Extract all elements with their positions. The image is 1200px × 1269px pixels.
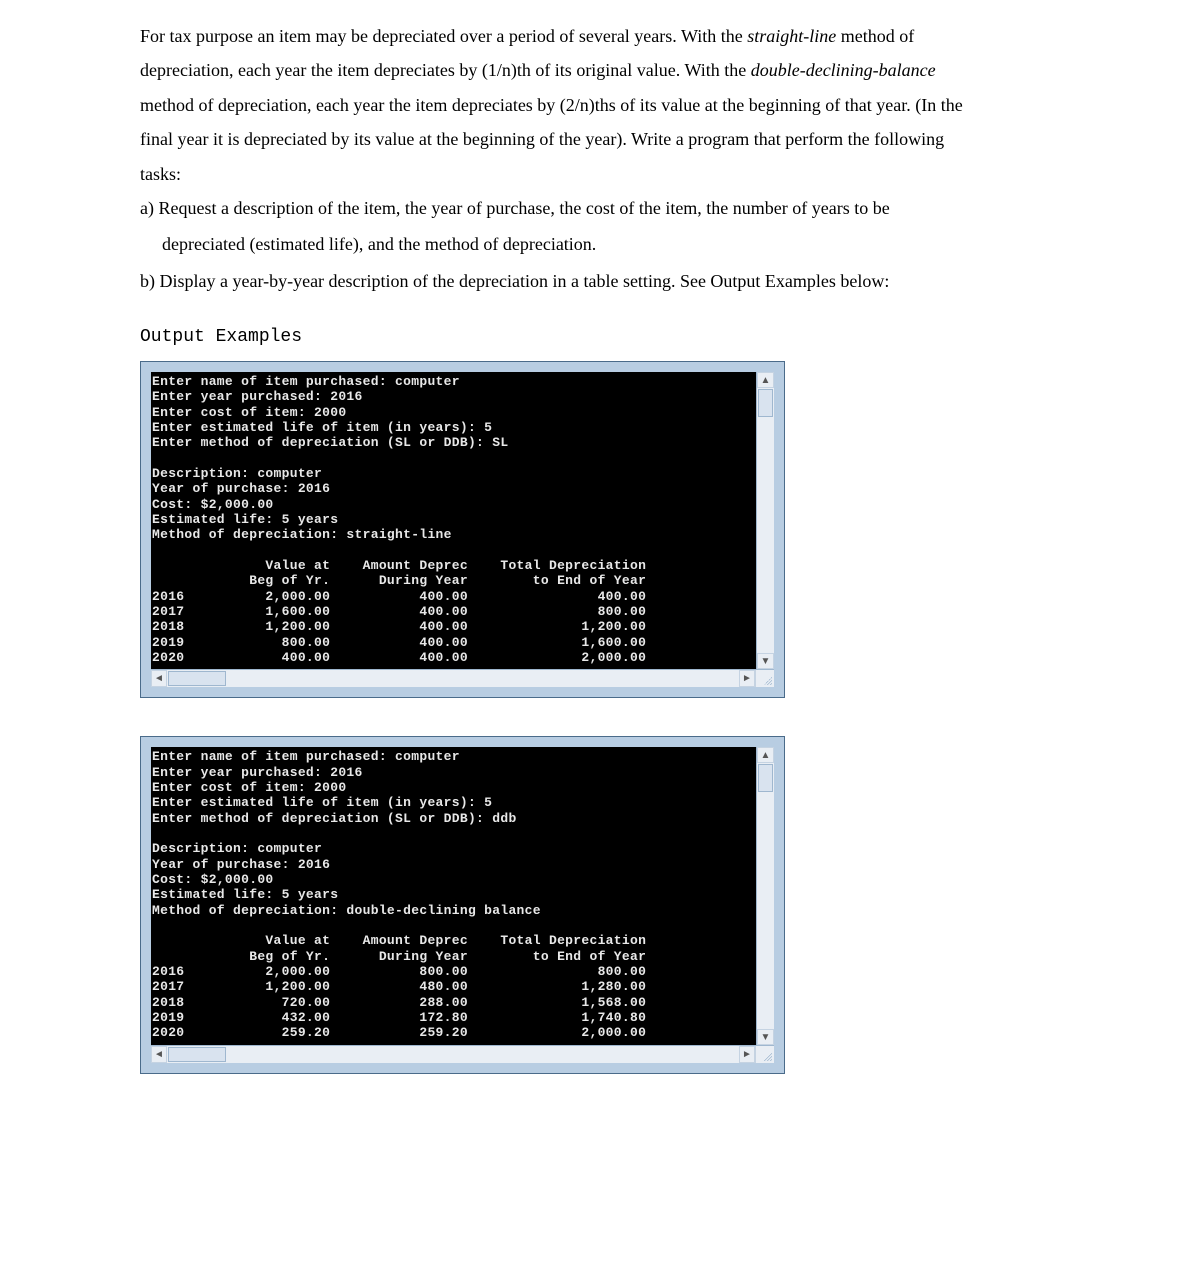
table-row: 2016 2,000.00 800.00 800.00: [152, 964, 646, 979]
resize-grip-icon[interactable]: [755, 670, 774, 687]
scrollbar-thumb[interactable]: [758, 389, 773, 417]
table-row: 2020 259.20 259.20 2,000.00: [152, 1025, 646, 1040]
console-line: Enter year purchased: 2016: [152, 765, 363, 780]
console-window-sl: Enter name of item purchased: computer E…: [140, 361, 785, 698]
console-output: Enter name of item purchased: computer E…: [151, 372, 756, 669]
console-line: Enter estimated life of item (in years):…: [152, 795, 492, 810]
scroll-left-arrow-icon[interactable]: ◄: [151, 670, 167, 687]
paragraph-line: tasks:: [140, 158, 1080, 190]
scroll-right-arrow-icon[interactable]: ►: [739, 1046, 755, 1063]
scrollbar-track[interactable]: [227, 1046, 739, 1063]
console-line: Enter name of item purchased: computer: [152, 749, 460, 764]
console-line: Enter year purchased: 2016: [152, 389, 363, 404]
console-line: Enter method of depreciation (SL or DDB)…: [152, 435, 508, 450]
table-row: 2017 1,600.00 400.00 800.00: [152, 604, 646, 619]
task-a-line1: a) Request a description of the item, th…: [140, 192, 1080, 224]
scrollbar-track[interactable]: [757, 793, 774, 1028]
console-line: Method of depreciation: straight-line: [152, 527, 452, 542]
console-line: Description: computer: [152, 466, 322, 481]
scrollbar-thumb[interactable]: [168, 1047, 226, 1062]
table-row: 2016 2,000.00 400.00 400.00: [152, 589, 646, 604]
vertical-scrollbar[interactable]: ▲ ▼: [756, 372, 774, 669]
table-header: Beg of Yr. During Year to End of Year: [152, 573, 646, 588]
scroll-down-arrow-icon[interactable]: ▼: [757, 653, 774, 669]
horizontal-scrollbar[interactable]: ◄ ►: [151, 1045, 774, 1063]
console-line: Method of depreciation: double-declining…: [152, 903, 541, 918]
table-row: 2019 432.00 172.80 1,740.80: [152, 1010, 646, 1025]
scrollbar-thumb[interactable]: [168, 671, 226, 686]
console-line: Enter estimated life of item (in years):…: [152, 420, 492, 435]
console-body: Enter name of item purchased: computer E…: [151, 372, 774, 669]
console-line: Estimated life: 5 years: [152, 887, 338, 902]
scrollbar-track[interactable]: [757, 418, 774, 653]
console-body: Enter name of item purchased: computer E…: [151, 747, 774, 1044]
output-examples-heading: Output Examples: [140, 327, 1080, 347]
table-row: 2018 720.00 288.00 1,568.00: [152, 995, 646, 1010]
paragraph-line: For tax purpose an item may be depreciat…: [140, 20, 1080, 52]
console-output: Enter name of item purchased: computer E…: [151, 747, 756, 1044]
scrollbar-thumb[interactable]: [758, 764, 773, 792]
console-line: Enter name of item purchased: computer: [152, 374, 460, 389]
scroll-left-arrow-icon[interactable]: ◄: [151, 1046, 167, 1063]
scrollbar-track[interactable]: [227, 670, 739, 687]
console-line: Description: computer: [152, 841, 322, 856]
paragraph-line: method of depreciation, each year the it…: [140, 89, 1080, 121]
resize-grip-icon[interactable]: [755, 1046, 774, 1063]
vertical-scrollbar[interactable]: ▲ ▼: [756, 747, 774, 1044]
console-line: Enter cost of item: 2000: [152, 405, 346, 420]
table-row: 2017 1,200.00 480.00 1,280.00: [152, 979, 646, 994]
scroll-right-arrow-icon[interactable]: ►: [739, 670, 755, 687]
console-line: Estimated life: 5 years: [152, 512, 338, 527]
scroll-up-arrow-icon[interactable]: ▲: [757, 372, 774, 388]
table-row: 2018 1,200.00 400.00 1,200.00: [152, 619, 646, 634]
horizontal-scrollbar[interactable]: ◄ ►: [151, 669, 774, 687]
console-line: Year of purchase: 2016: [152, 481, 330, 496]
console-line: Enter cost of item: 2000: [152, 780, 346, 795]
console-window-ddb: Enter name of item purchased: computer E…: [140, 736, 785, 1073]
table-header: Value at Amount Deprec Total Depreciatio…: [152, 933, 646, 948]
table-row: 2020 400.00 400.00 2,000.00: [152, 650, 646, 665]
table-row: 2019 800.00 400.00 1,600.00: [152, 635, 646, 650]
console-line: Cost: $2,000.00: [152, 497, 274, 512]
table-header: Value at Amount Deprec Total Depreciatio…: [152, 558, 646, 573]
problem-statement: For tax purpose an item may be depreciat…: [140, 20, 1080, 297]
text: depreciation, each year the item depreci…: [140, 60, 751, 80]
paragraph-line: depreciation, each year the item depreci…: [140, 54, 1080, 86]
text: method of: [836, 26, 914, 46]
scroll-down-arrow-icon[interactable]: ▼: [757, 1029, 774, 1045]
table-header: Beg of Yr. During Year to End of Year: [152, 949, 646, 964]
scroll-up-arrow-icon[interactable]: ▲: [757, 747, 774, 763]
text: For tax purpose an item may be depreciat…: [140, 26, 747, 46]
task-b: b) Display a year-by-year description of…: [140, 265, 1080, 297]
console-line: Cost: $2,000.00: [152, 872, 274, 887]
task-a-line2: depreciated (estimated life), and the me…: [140, 228, 1080, 260]
console-line: Year of purchase: 2016: [152, 857, 330, 872]
console-line: Enter method of depreciation (SL or DDB)…: [152, 811, 517, 826]
paragraph-line: final year it is depreciated by its valu…: [140, 123, 1080, 155]
italic-term: double-declining-balance: [751, 60, 936, 80]
italic-term: straight-line: [747, 26, 836, 46]
document-page: For tax purpose an item may be depreciat…: [0, 0, 1200, 1152]
